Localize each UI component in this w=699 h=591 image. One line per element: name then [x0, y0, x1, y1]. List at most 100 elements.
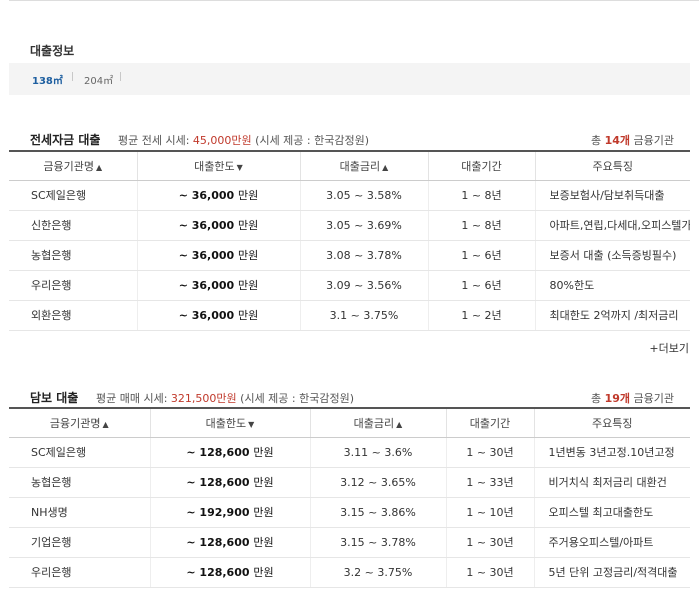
- size-tab-separator: |: [71, 72, 75, 82]
- jeonse-title: 전세자금 대출: [30, 133, 101, 147]
- table-row[interactable]: NH생명 ~ 192,900 만원 3.15 ~ 3.86% 1 ~ 10년 오…: [9, 497, 690, 528]
- limit-unit: 만원: [253, 566, 274, 579]
- limit-value: ~ 36,000: [178, 249, 235, 262]
- loan-rate: 3.15 ~ 3.86%: [310, 497, 447, 528]
- mortgage-average: 평균 매매 시세: 321,500만원 (시세 제공 : 한국감정원): [96, 390, 354, 406]
- jeonse-average-price: 45,000만원: [192, 134, 252, 147]
- loan-rate: 3.11 ~ 3.6%: [310, 437, 447, 468]
- limit-value: ~ 192,900: [186, 506, 250, 519]
- loan-period: 1 ~ 8년: [428, 180, 536, 211]
- col-period-header: 대출기간: [446, 407, 535, 438]
- limit-value: ~ 128,600: [186, 446, 250, 459]
- loan-feature: 최대한도 2억까지 /최저금리: [535, 300, 690, 331]
- col-limit-header[interactable]: 대출한도: [150, 407, 311, 438]
- col-rate-header[interactable]: 대출금리: [300, 150, 429, 181]
- limit-unit: 만원: [253, 536, 274, 549]
- table-row[interactable]: 우리은행 ~ 36,000 만원 3.09 ~ 3.56% 1 ~ 6년 80%…: [9, 270, 690, 301]
- col-feature-header: 주요특징: [535, 150, 690, 181]
- loan-period: 1 ~ 2년: [428, 300, 536, 331]
- bank-name[interactable]: 우리은행: [9, 557, 151, 588]
- mortgage-average-label: 평균 매매 시세:: [96, 392, 168, 405]
- count-suffix: 금융기관: [633, 134, 674, 147]
- loan-period: 1 ~ 30년: [446, 437, 535, 468]
- count-suffix: 금융기관: [633, 392, 674, 405]
- col-bank-header[interactable]: 금융기관명: [9, 150, 138, 181]
- bank-name[interactable]: 농협은행: [9, 467, 151, 498]
- top-divider: [9, 0, 699, 2]
- count-prefix: 총: [590, 134, 602, 147]
- count-value: 14개: [604, 134, 631, 147]
- mortgage-source: (시세 제공 : 한국감정원): [240, 392, 355, 405]
- col-period-label: 대출기간: [469, 416, 511, 430]
- more-button[interactable]: +더보기: [649, 340, 689, 356]
- limit-unit: 만원: [238, 189, 259, 202]
- table-row[interactable]: 우리은행 ~ 128,600 만원 3.2 ~ 3.75% 1 ~ 30년 5년…: [9, 557, 690, 588]
- loan-rate: 3.05 ~ 3.58%: [300, 180, 429, 211]
- mortgage-table: 금융기관명 대출한도 대출금리 대출기간 주요특징 SC제일은행 ~ 128,6…: [9, 407, 690, 588]
- table-row[interactable]: SC제일은행 ~ 128,600 만원 3.11 ~ 3.6% 1 ~ 30년 …: [9, 437, 690, 468]
- count-value: 19개: [604, 392, 631, 405]
- bank-name[interactable]: 신한은행: [9, 210, 138, 241]
- col-feature-header: 주요특징: [534, 407, 690, 438]
- mortgage-average-price: 321,500만원: [170, 392, 237, 405]
- col-rate-header[interactable]: 대출금리: [310, 407, 447, 438]
- col-rate-label: 대출금리: [354, 417, 403, 430]
- size-tab-138[interactable]: 138㎡: [32, 72, 63, 87]
- loan-limit: ~ 128,600 만원: [150, 467, 311, 498]
- bank-name[interactable]: 외환은행: [9, 300, 138, 331]
- limit-unit: 만원: [253, 446, 274, 459]
- col-bank-label: 금융기관명: [43, 160, 102, 173]
- loan-period: 1 ~ 6년: [428, 270, 536, 301]
- col-period-label: 대출기간: [461, 159, 502, 173]
- table-row[interactable]: 농협은행 ~ 128,600 만원 3.12 ~ 3.65% 1 ~ 33년 비…: [9, 467, 690, 498]
- jeonse-source: (시세 제공 : 한국감정원): [255, 134, 370, 147]
- loan-limit: ~ 36,000 만원: [137, 180, 301, 211]
- table-row[interactable]: 기업은행 ~ 128,600 만원 3.15 ~ 3.78% 1 ~ 30년 주…: [9, 527, 690, 558]
- loan-feature: 1년변동 3년고정.10년고정: [534, 437, 690, 468]
- mortgage-header: 담보 대출 평균 매매 시세: 321,500만원 (시세 제공 : 한국감정원…: [30, 389, 690, 409]
- loan-feature: 5년 단위 고정금리/적격대출: [534, 557, 690, 588]
- bank-name[interactable]: 우리은행: [9, 270, 138, 301]
- table-row[interactable]: 외환은행 ~ 36,000 만원 3.1 ~ 3.75% 1 ~ 2년 최대한도…: [9, 300, 690, 331]
- loan-period: 1 ~ 10년: [446, 497, 535, 528]
- col-bank-header[interactable]: 금융기관명: [9, 407, 151, 438]
- limit-value: ~ 128,600: [186, 536, 250, 549]
- mortgage-count: 총 19개 금융기관: [591, 390, 674, 406]
- loan-limit: ~ 128,600 만원: [150, 557, 311, 588]
- loan-rate: 3.05 ~ 3.69%: [300, 210, 429, 241]
- table-row[interactable]: 신한은행 ~ 36,000 만원 3.05 ~ 3.69% 1 ~ 8년 아파트…: [9, 210, 690, 241]
- bank-name[interactable]: 농협은행: [9, 240, 138, 271]
- jeonse-average-label: 평균 전세 시세:: [118, 134, 190, 147]
- limit-unit: 만원: [238, 249, 259, 262]
- bank-name[interactable]: NH생명: [9, 497, 151, 528]
- bank-name[interactable]: 기업은행: [9, 527, 151, 558]
- limit-value: ~ 128,600: [186, 476, 250, 489]
- loan-limit: ~ 36,000 만원: [137, 270, 301, 301]
- limit-unit: 만원: [238, 219, 259, 232]
- limit-unit: 만원: [253, 476, 274, 489]
- jeonse-header: 전세자금 대출 평균 전세 시세: 45,000만원 (시세 제공 : 한국감정…: [30, 131, 690, 151]
- jeonse-table: 금융기관명 대출한도 대출금리 대출기간 주요특징 SC제일은행 ~ 36,00…: [9, 150, 690, 331]
- bank-name[interactable]: SC제일은행: [9, 180, 138, 211]
- col-limit-label: 대출한도: [206, 417, 255, 430]
- col-limit-label: 대출한도: [194, 160, 243, 173]
- col-feature-label: 주요특징: [592, 416, 633, 430]
- bank-name[interactable]: SC제일은행: [9, 437, 151, 468]
- limit-unit: 만원: [253, 506, 274, 519]
- loan-rate: 3.12 ~ 3.65%: [310, 467, 447, 498]
- jeonse-average: 평균 전세 시세: 45,000만원 (시세 제공 : 한국감정원): [118, 132, 369, 148]
- size-tab-204[interactable]: 204㎡: [84, 72, 113, 87]
- loan-period: 1 ~ 33년: [446, 467, 535, 498]
- loan-period: 1 ~ 6년: [428, 240, 536, 271]
- loan-rate: 3.08 ~ 3.78%: [300, 240, 429, 271]
- size-tab-separator: |: [119, 72, 123, 82]
- col-limit-header[interactable]: 대출한도: [137, 150, 301, 181]
- loan-feature: 보증보험사/담보취득대출: [535, 180, 690, 211]
- loan-period: 1 ~ 30년: [446, 557, 535, 588]
- loan-feature: 80%한도: [535, 270, 690, 301]
- loan-feature: 아파트,연립,다세대,오피스텔가능: [535, 210, 690, 241]
- table-row[interactable]: SC제일은행 ~ 36,000 만원 3.05 ~ 3.58% 1 ~ 8년 보…: [9, 180, 690, 211]
- loan-limit: ~ 128,600 만원: [150, 437, 311, 468]
- table-row[interactable]: 농협은행 ~ 36,000 만원 3.08 ~ 3.78% 1 ~ 6년 보증서…: [9, 240, 690, 271]
- col-period-header: 대출기간: [428, 150, 536, 181]
